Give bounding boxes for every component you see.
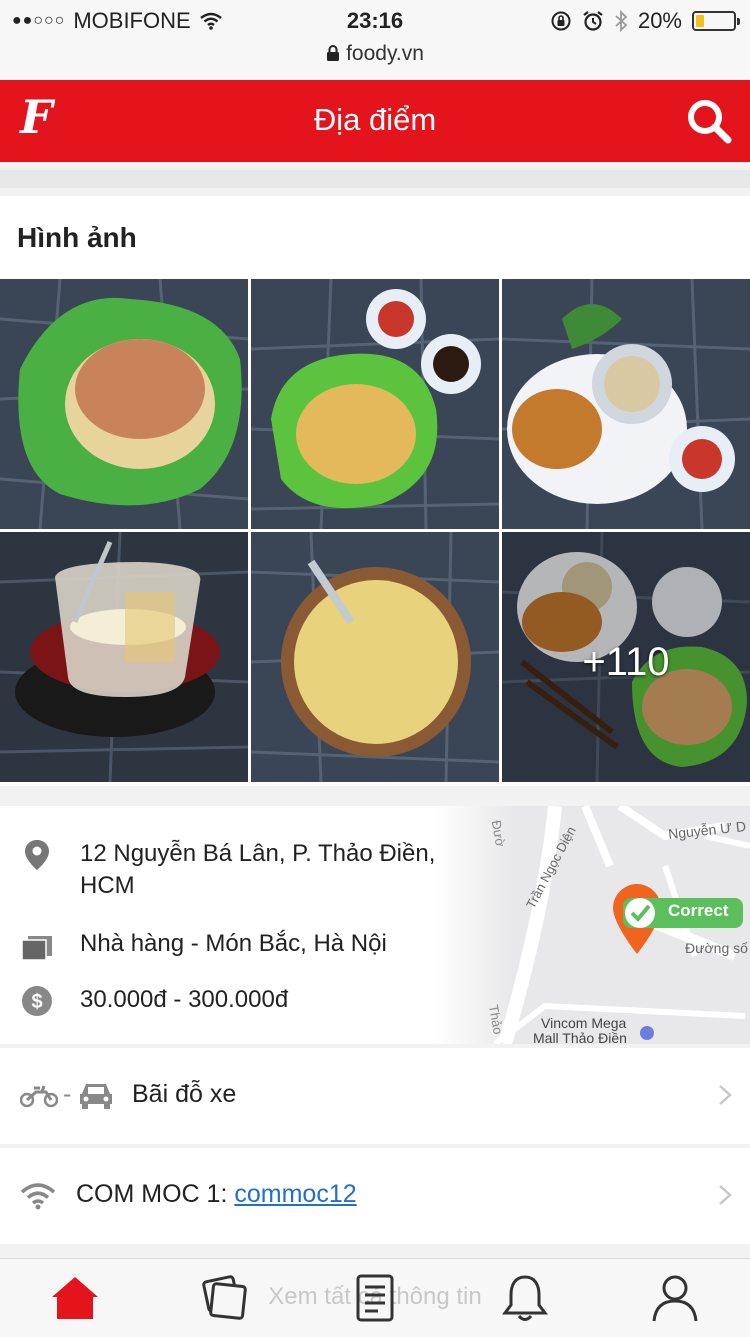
map-label: Đường số [685, 940, 748, 956]
wifi-icon [20, 1183, 56, 1210]
photo-grid: +110 [0, 279, 750, 782]
category-icon [21, 936, 52, 961]
car-icon [80, 1084, 112, 1109]
profile-icon[interactable] [648, 1271, 702, 1325]
photo-thumbnail[interactable] [502, 279, 750, 529]
location-pin-icon [25, 840, 49, 870]
map-label: Mall Thảo Điền [533, 1030, 627, 1044]
url-bar[interactable]: foody.vn [0, 42, 750, 66]
motorbike-icon [20, 1085, 58, 1108]
photo-thumbnail[interactable] [0, 279, 248, 529]
collections-icon[interactable] [198, 1271, 252, 1325]
gallery-title: Hình ảnh [17, 222, 137, 253]
battery-icon [692, 11, 740, 31]
page-title: Địa điểm [313, 102, 437, 137]
bottom-tab-bar: Xem tất cả thông tin [0, 1258, 750, 1337]
chevron-right-icon [719, 1185, 732, 1205]
battery-percent: 20% [637, 8, 682, 33]
more-photos-count: +110 [582, 640, 670, 684]
svg-text:$: $ [31, 991, 42, 1013]
photo-thumbnail[interactable] [251, 532, 499, 782]
status-icons: 20% [550, 8, 740, 34]
wifi-row[interactable]: COM MOC 1: commoc12 [0, 1148, 750, 1244]
chevron-right-icon [719, 1085, 732, 1105]
photo-gallery: Hình ảnh +110 [0, 196, 750, 786]
dollar-icon: $ [22, 986, 52, 1016]
parking-row[interactable]: - Bãi đỗ xe [0, 1048, 750, 1144]
photo-thumbnail[interactable] [0, 532, 248, 782]
place-info: 12 Nguyễn Bá Lân, P. Thảo Điền, Quận 2, … [0, 806, 750, 1044]
wifi-separator: : [220, 1180, 235, 1208]
map-thumbnail[interactable]: Correct Nguyễn Ư D Trần Ngọc Diện Đường … [435, 806, 750, 1044]
wifi-password-link[interactable]: commoc12 [234, 1180, 356, 1208]
search-icon[interactable] [684, 96, 734, 146]
orientation-lock-icon [551, 11, 571, 31]
photo-thumbnail[interactable] [251, 279, 499, 529]
wifi-network-name: COM MOC 1 [76, 1180, 221, 1208]
transport-separator: - [63, 1080, 72, 1108]
photo-thumbnail-more[interactable]: +110 [502, 532, 750, 782]
status-bar: ●●○○○ MOBIFONE 23:16 foody.vn 20% [0, 0, 750, 80]
section-divider [0, 170, 750, 188]
wifi-info: COM MOC 1: commoc12 [76, 1180, 357, 1209]
receipt-icon[interactable] [348, 1271, 402, 1325]
alarm-icon [583, 11, 603, 31]
map-label: Vincom Mega [541, 1015, 627, 1031]
lock-icon [327, 45, 340, 61]
map-correct-badge: Correct [668, 901, 729, 920]
home-icon[interactable] [48, 1271, 102, 1325]
url-text: foody.vn [346, 42, 424, 65]
bluetooth-icon [615, 10, 628, 32]
notification-bell-icon[interactable] [498, 1271, 552, 1325]
parking-label: Bãi đỗ xe [132, 1080, 237, 1108]
app-header: F Địa điểm [0, 80, 750, 162]
